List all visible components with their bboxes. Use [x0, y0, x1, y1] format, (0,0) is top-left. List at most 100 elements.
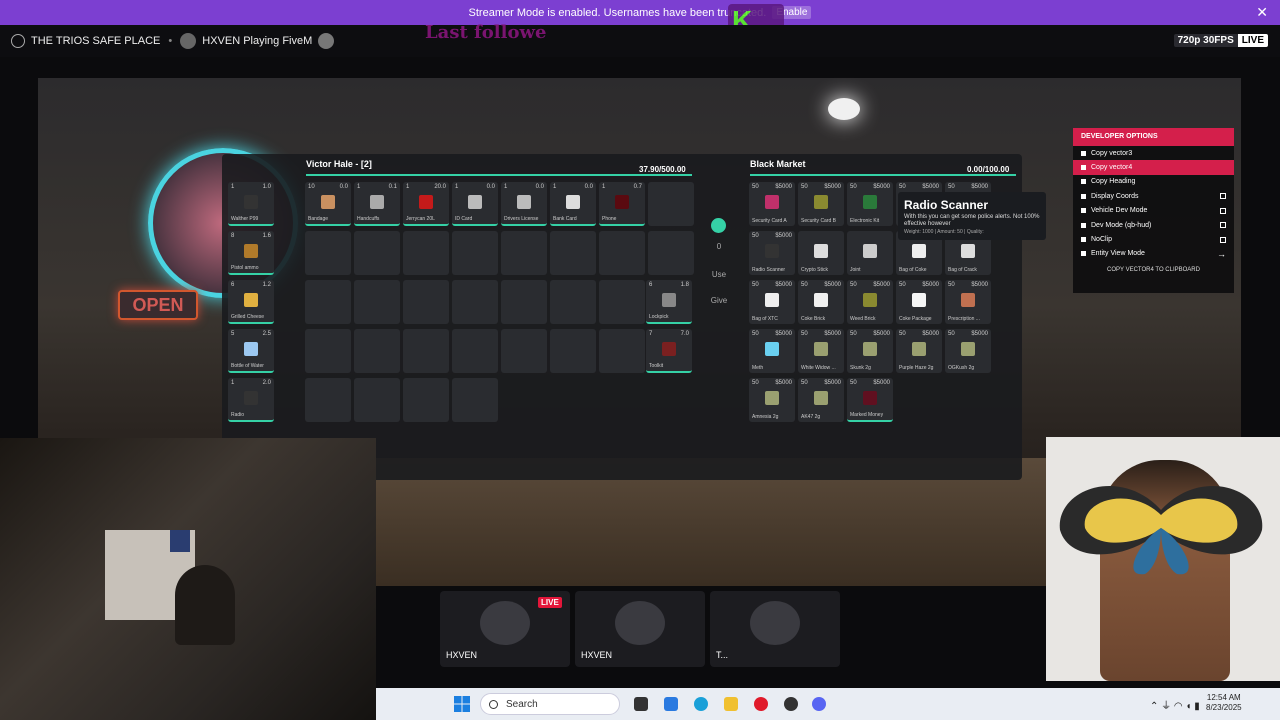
slot-quantity: 6 — [231, 282, 235, 288]
item-icon — [244, 391, 258, 405]
empty-slot[interactable] — [305, 231, 351, 275]
inventory-slot[interactable]: 50 $5000 Meth — [749, 329, 795, 373]
empty-slot[interactable] — [354, 329, 400, 373]
clock[interactable]: 12:54 AM 8/23/2025 — [1206, 693, 1242, 713]
item-icon — [244, 342, 258, 356]
close-icon[interactable]: ✕ — [1256, 5, 1268, 19]
dev-menu-item[interactable]: Dev Mode (qb-hud) — [1073, 218, 1234, 232]
empty-slot[interactable] — [403, 329, 449, 373]
inventory-slot[interactable]: 50 $5000 Security Card B — [798, 182, 844, 226]
empty-slot[interactable] — [501, 280, 547, 324]
developer-menu: DEVELOPER OPTIONS Copy vector3 Copy vecto… — [1073, 128, 1234, 293]
inventory-slot[interactable]: 50 $5000 Purple Haze 2g — [896, 329, 942, 373]
inventory-slot[interactable]: 50 $5000 Electronic Kit — [847, 182, 893, 226]
player-inventory-weight: 37.90/500.00 — [639, 165, 686, 174]
empty-slot[interactable] — [599, 280, 645, 324]
dev-menu-item[interactable]: Entity View Mode → — [1073, 247, 1234, 261]
empty-slot[interactable] — [452, 231, 498, 275]
app-icon[interactable] — [664, 697, 678, 711]
inventory-slot[interactable]: 50 $5000 Coke Package — [896, 280, 942, 324]
inventory-slot[interactable]: 1 1.0 Walther P99 — [228, 182, 274, 226]
inventory-slot[interactable]: Crypto Stick — [798, 231, 844, 275]
inventory-slot[interactable]: 50 $5000 Bag of XTC — [749, 280, 795, 324]
dev-menu-item[interactable]: Copy vector3 — [1073, 146, 1234, 160]
inventory-slot[interactable]: 50 $5000 Radio Scanner — [749, 231, 795, 275]
edge-icon[interactable] — [694, 697, 708, 711]
amount-icon[interactable] — [711, 218, 726, 233]
empty-slot[interactable] — [305, 329, 351, 373]
empty-slot[interactable] — [550, 231, 596, 275]
checkbox[interactable] — [1220, 236, 1226, 243]
dev-menu-item[interactable]: Copy vector4 — [1073, 160, 1234, 175]
inventory-slot[interactable]: 5 2.5 Bottle of Water — [228, 329, 274, 373]
inventory-slot[interactable]: 50 $5000 Amnesia 2g — [749, 378, 795, 422]
empty-slot[interactable] — [648, 231, 694, 275]
dev-menu-item-label: NoClip — [1091, 236, 1113, 244]
squad-card[interactable]: T... — [710, 591, 840, 667]
empty-slot[interactable] — [599, 231, 645, 275]
amount-input[interactable]: 0 — [700, 242, 738, 251]
empty-slot[interactable] — [452, 280, 498, 324]
empty-slot[interactable] — [550, 329, 596, 373]
file-explorer-icon[interactable] — [724, 697, 738, 711]
inventory-slot[interactable]: 1 20.0 Jerrycan 20L — [403, 182, 449, 226]
empty-slot[interactable] — [501, 329, 547, 373]
empty-slot[interactable] — [403, 280, 449, 324]
inventory-slot[interactable]: 1 0.0 ID Card — [452, 182, 498, 226]
inventory-slot[interactable]: 6 1.8 Lockpick — [646, 280, 692, 324]
inventory-slot[interactable]: 50 $5000 Coke Brick — [798, 280, 844, 324]
inventory-slot[interactable]: 50 $5000 Weed Brick — [847, 280, 893, 324]
opera-icon[interactable] — [754, 697, 768, 711]
inventory-slot[interactable]: 1 0.7 Phone — [599, 182, 645, 226]
slot-name: Meth — [752, 365, 764, 371]
community-name[interactable]: THE TRIOS SAFE PLACE — [31, 35, 160, 47]
inventory-slot[interactable]: 50 $5000 OGKush 2g — [945, 329, 991, 373]
inventory-slot[interactable]: 50 $5000 AK47 2g — [798, 378, 844, 422]
inventory-slot[interactable]: 1 2.0 Radio — [228, 378, 274, 422]
inventory-slot[interactable]: 6 1.2 Grilled Cheese — [228, 280, 274, 324]
inventory-slot[interactable]: 50 $5000 Security Card A — [749, 182, 795, 226]
app-icon[interactable] — [784, 697, 798, 711]
inventory-slot[interactable]: 1 0.0 Drivers License — [501, 182, 547, 226]
empty-slot[interactable] — [354, 378, 400, 422]
empty-slot[interactable] — [550, 280, 596, 324]
task-view-icon[interactable] — [634, 697, 648, 711]
inventory-slot[interactable]: 10 0.0 Bandage — [305, 182, 351, 226]
inventory-slot[interactable]: 50 $5000 White Widow ... — [798, 329, 844, 373]
taskbar-search[interactable]: Search — [480, 693, 620, 715]
checkbox[interactable] — [1220, 193, 1226, 200]
inventory-slot[interactable]: 8 1.6 Pistol ammo — [228, 231, 274, 275]
empty-slot[interactable] — [501, 231, 547, 275]
checkbox[interactable] — [1220, 222, 1226, 229]
checkbox[interactable] — [1220, 207, 1226, 214]
inventory-slot[interactable]: 7 7.0 Toolkit — [646, 329, 692, 373]
empty-slot[interactable] — [648, 182, 694, 226]
dev-menu-item[interactable]: Vehicle Dev Mode — [1073, 204, 1234, 218]
discord-icon[interactable] — [812, 697, 826, 711]
use-button[interactable]: Use — [700, 270, 738, 279]
empty-slot[interactable] — [452, 329, 498, 373]
inventory-slot[interactable]: 50 $5000 Marked Money — [847, 378, 893, 422]
inventory-slot[interactable]: 50 $5000 Skunk 2g — [847, 329, 893, 373]
empty-slot[interactable] — [403, 231, 449, 275]
empty-slot[interactable] — [354, 280, 400, 324]
empty-slot[interactable] — [452, 378, 498, 422]
inventory-slot[interactable]: 1 0.0 Bank Card — [550, 182, 596, 226]
dev-menu-item[interactable]: Display Coords — [1073, 189, 1234, 203]
empty-slot[interactable] — [354, 231, 400, 275]
give-button[interactable]: Give — [700, 296, 738, 305]
inventory-slot[interactable]: 50 $5000 Prescription ... — [945, 280, 991, 324]
tray-icons[interactable]: ⌃ ⏚ ◠ ◖ ▮ — [1150, 697, 1200, 712]
empty-slot[interactable] — [403, 378, 449, 422]
dev-menu-item[interactable]: NoClip — [1073, 232, 1234, 246]
item-icon — [662, 342, 676, 356]
empty-slot[interactable] — [305, 378, 351, 422]
empty-slot[interactable] — [305, 280, 351, 324]
avatar[interactable] — [180, 33, 197, 49]
inventory-slot[interactable]: 1 0.1 Handcuffs — [354, 182, 400, 226]
inventory-slot[interactable]: Joint — [847, 231, 893, 275]
empty-slot[interactable] — [599, 329, 645, 373]
windows-start-icon[interactable] — [454, 696, 470, 712]
dev-menu-item[interactable]: Copy Heading — [1073, 175, 1234, 189]
squad-card[interactable]: HXVEN — [575, 591, 705, 667]
